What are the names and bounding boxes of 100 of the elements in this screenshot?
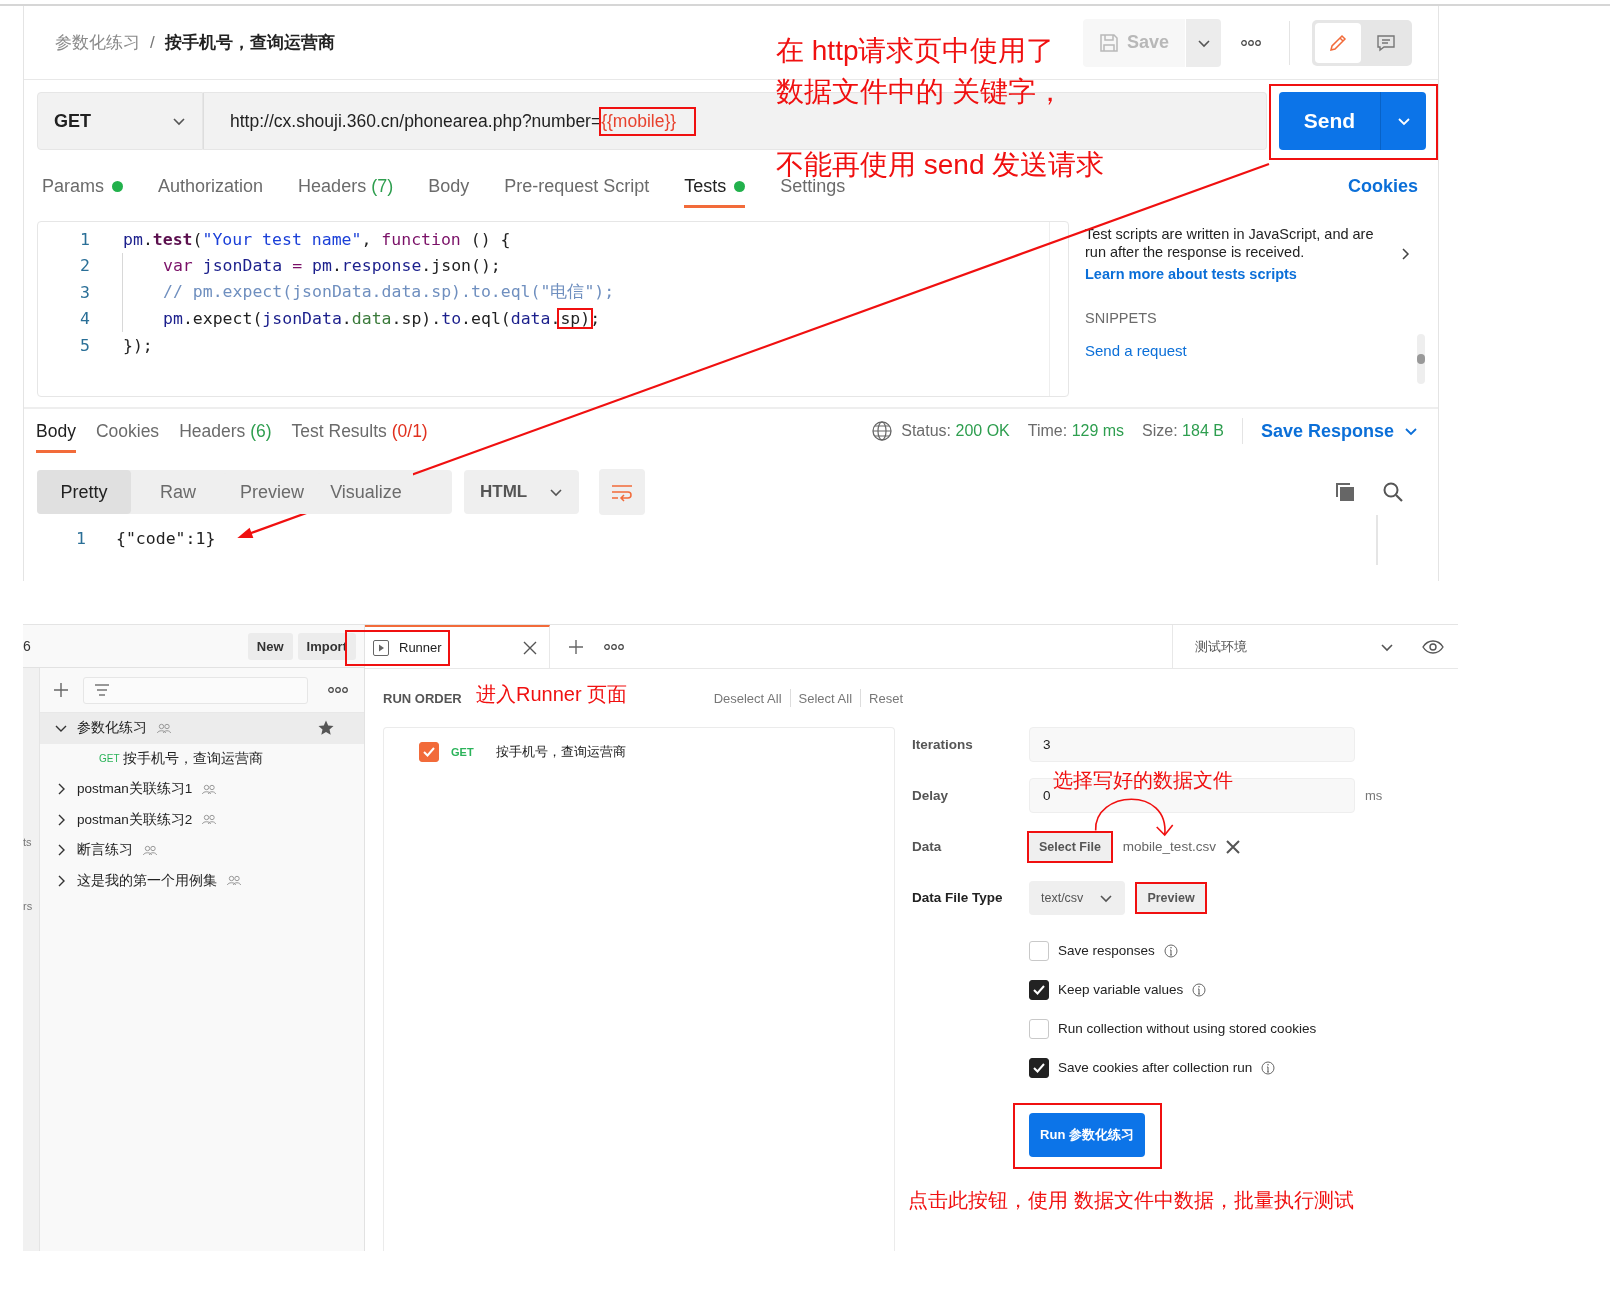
breadcrumb-request: 按手机号，查询运营商: [164, 32, 335, 54]
request-tab[interactable]: Tests: [684, 164, 746, 208]
option-label: Save responses: [1058, 943, 1155, 958]
request-name: 按手机号，查询运营商: [495, 743, 626, 761]
collection-item[interactable]: 这是我的第一个用例集: [40, 865, 364, 896]
code-line: var jsonData = pm.response.json();: [122, 252, 501, 279]
request-tab[interactable]: Pre-request Script: [504, 164, 650, 208]
snippet-link[interactable]: Send a request: [1085, 342, 1285, 359]
caret-icon: [549, 486, 564, 498]
new-tab-button[interactable]: [568, 638, 584, 655]
line-number: 5: [79, 335, 91, 355]
annotation-text: 点击此按钮，使用 数据文件中数据，批量执行测试: [908, 1188, 1354, 1213]
request-tab[interactable]: Authorization: [158, 164, 264, 208]
caret-icon: [1404, 425, 1418, 437]
close-icon: [523, 640, 537, 655]
option-label: Save cookies after collection run: [1058, 1060, 1253, 1075]
run-order-heading: RUN ORDER: [383, 690, 462, 706]
response-stat: Time: 129 ms: [1027, 422, 1125, 440]
close-icon: [1225, 839, 1240, 854]
iterations-field[interactable]: 3: [1029, 727, 1355, 762]
request-tab[interactable]: Body: [428, 164, 470, 208]
checkbox[interactable]: [419, 742, 439, 762]
pencil-icon: [1328, 32, 1348, 53]
line-number: 1: [75, 528, 87, 548]
add-button[interactable]: [53, 682, 69, 698]
run-order-action[interactable]: Select All: [798, 690, 853, 706]
annotation-text: 不能再使用 send 发送请求: [776, 148, 1105, 180]
request-item[interactable]: GET 按手机号，查询运营商: [40, 743, 364, 774]
caret-icon: [1396, 115, 1411, 127]
response-tab[interactable]: Test Results (0/1): [291, 409, 428, 453]
line-number: 1: [79, 229, 91, 249]
snippets-heading: SNIPPETS: [1085, 310, 1158, 326]
preview-button[interactable]: Preview: [1137, 883, 1205, 912]
response-line: {"code":1}: [116, 528, 216, 548]
line-number: 3: [79, 282, 91, 302]
wrap-lines-button[interactable]: [599, 469, 646, 515]
checkbox[interactable]: [1029, 1057, 1049, 1078]
response-stat: Size: 184 B: [1142, 422, 1224, 440]
learn-more-link[interactable]: Learn more about tests scripts: [1085, 266, 1375, 282]
rail-label[interactable]: rs: [23, 900, 39, 912]
select-file-button[interactable]: Select File: [1029, 832, 1111, 861]
remove-file-button[interactable]: [1225, 839, 1240, 854]
code-line: // pm.expect(jsonData.data.sp).to.eql("电信");: [122, 279, 615, 306]
annotation-text: 数据文件中的 关键字，: [776, 75, 1064, 109]
checkbox[interactable]: [1029, 979, 1049, 1000]
response-tab[interactable]: Cookies: [95, 409, 160, 453]
line-number: 4: [79, 309, 91, 329]
collection-item[interactable]: 断言练习: [40, 835, 364, 866]
code-line: pm.test("Your test name", function () {: [122, 229, 511, 249]
response-tab[interactable]: Body: [36, 409, 76, 453]
annotation-text: 进入Runner 页面: [476, 682, 628, 707]
check-icon: [1033, 1062, 1045, 1073]
filter-field[interactable]: [83, 676, 308, 704]
collection-item[interactable]: 参数化练习: [40, 713, 364, 744]
file-type-dropdown[interactable]: text/csv: [1029, 880, 1126, 915]
response-stat: Status: 200 OK: [901, 422, 1010, 440]
people-icon: [202, 814, 217, 826]
cookies-link[interactable]: Cookies: [1347, 175, 1418, 197]
rail-label[interactable]: ts: [23, 836, 39, 848]
collection-item[interactable]: postman关联练习2: [40, 804, 364, 835]
code-line: pm.expect(jsonData.data.sp).to.eql(data.sp);: [122, 305, 601, 332]
wrap-lines-icon: [610, 482, 635, 502]
copy-button[interactable]: [1334, 481, 1356, 503]
runner-tab[interactable]: Runner: [365, 625, 550, 668]
check-icon: [423, 747, 435, 757]
run-order-action[interactable]: Deselect All: [713, 690, 782, 706]
environment-dropdown[interactable]: 测试环境: [1172, 625, 1408, 668]
tab-count: (6): [249, 420, 272, 442]
comment-icon: [1376, 32, 1396, 53]
new-button[interactable]: New: [247, 632, 293, 660]
request-tab[interactable]: Params: [42, 164, 123, 208]
field-label: Delay: [912, 788, 950, 803]
caret-icon: [172, 115, 186, 127]
run-button[interactable]: Run 参数化练习: [1029, 1113, 1145, 1157]
request-tab[interactable]: Headers (7): [298, 164, 394, 208]
view-mode-button[interactable]: [1315, 22, 1361, 63]
breadcrumb-collection[interactable]: 参数化练习: [55, 31, 140, 54]
plus-icon: [568, 638, 584, 655]
search-icon: [1382, 481, 1404, 503]
workspace-name: 6: [23, 638, 31, 654]
response-tab[interactable]: Headers (6): [179, 409, 272, 453]
method-dropdown[interactable]: GET: [37, 92, 203, 150]
option-label: Run collection without using stored cookies: [1058, 1021, 1317, 1036]
search-button[interactable]: [1382, 481, 1404, 503]
code-editor[interactable]: 1 pm.test("Your test name", function () { 2 var jsonData = pm.response.json(); 3 // pm.expect(jsonData.data.sp).to.eql("电信"); 4 pm.expect(jsonData.data.sp).to.eql(data.sp); 5 });: [37, 221, 1069, 397]
format-tab[interactable]: Pretty: [37, 470, 131, 514]
send-button[interactable]: Send: [1279, 92, 1380, 150]
line-number: 2: [79, 256, 91, 276]
tab-count: (0/1): [390, 420, 428, 442]
plus-icon: [53, 682, 69, 698]
more-icon: [604, 642, 624, 651]
breadcrumb-separator: /: [150, 32, 155, 53]
scrollbar: [1417, 334, 1425, 384]
language-dropdown[interactable]: HTML: [464, 470, 580, 514]
people-icon: [143, 844, 157, 856]
save-response-button[interactable]: Save Response: [1260, 409, 1418, 453]
run-order-action[interactable]: Reset: [869, 690, 903, 706]
help-text: Test scripts are written in JavaScript, and are run after the response is received.: [1085, 225, 1375, 261]
collection-item[interactable]: postman关联练习1: [40, 774, 364, 805]
people-icon: [157, 722, 171, 734]
